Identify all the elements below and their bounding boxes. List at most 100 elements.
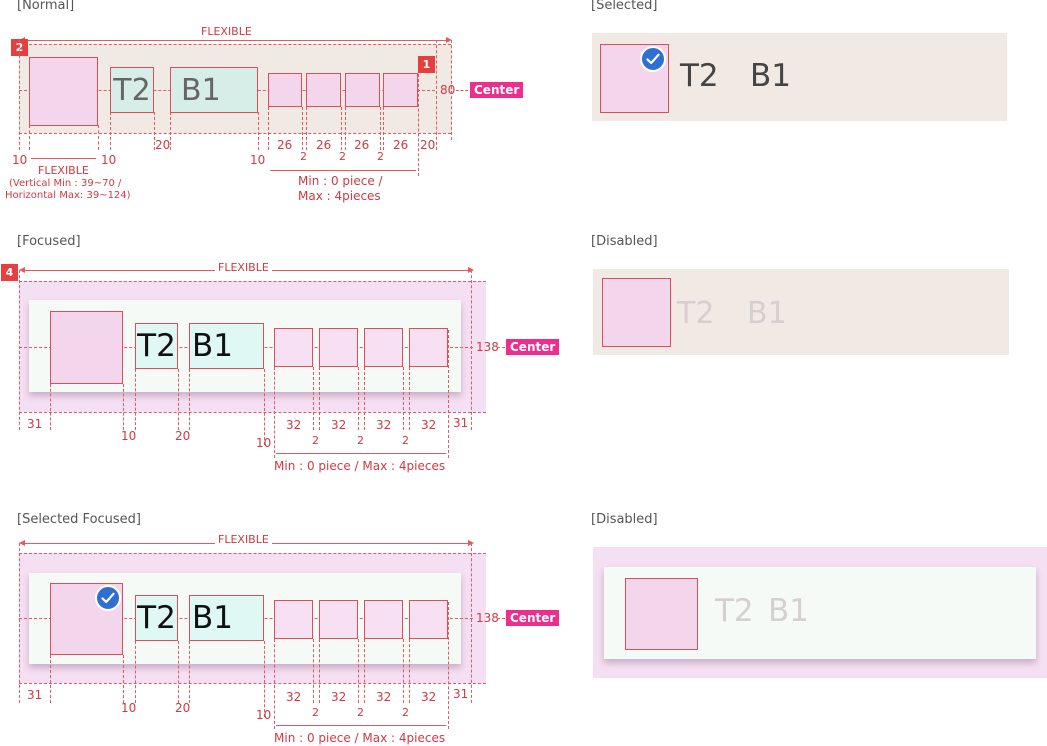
- dim-2: 2: [312, 434, 319, 447]
- pieces-width-line: [276, 453, 446, 454]
- thumbnail: [50, 311, 123, 384]
- guide-v: [358, 367, 359, 430]
- dim-32: 32: [421, 690, 437, 704]
- pieces-width-line: [276, 725, 446, 726]
- center-tag: Center: [506, 339, 560, 355]
- section-title-selected-focused: [Selected Focused]: [17, 512, 142, 527]
- dim-32: 32: [286, 690, 302, 704]
- dim-2: 2: [377, 150, 384, 163]
- guide-v: [409, 639, 410, 703]
- center-tag: Center: [506, 610, 560, 626]
- guide-v: [135, 641, 136, 703]
- piece-1: [268, 73, 302, 107]
- dim-20: 20: [420, 138, 436, 152]
- guide-v: [50, 384, 51, 430]
- section-title-disabled: [Disabled]: [591, 234, 658, 249]
- thumbnail: [29, 57, 98, 126]
- guide-v: [135, 369, 136, 430]
- pieces-min: Min : 0 piece /: [298, 174, 383, 188]
- guide-v: [50, 655, 51, 703]
- guide-v: [313, 367, 314, 430]
- guide-v: [264, 369, 265, 445]
- bottom-guide: [19, 683, 486, 684]
- text-b1: B1: [768, 593, 809, 629]
- dim-20: 20: [155, 138, 171, 152]
- top-guide: [19, 553, 486, 554]
- guide-v: [364, 367, 365, 430]
- dim-2: 2: [357, 434, 364, 447]
- disabled-focused-list-item: T2 B1: [593, 547, 1047, 678]
- top-guide: [19, 44, 451, 45]
- piece-4: [409, 600, 448, 639]
- dim-26: 26: [277, 138, 293, 152]
- selected-list-item[interactable]: T2 B1: [592, 33, 1007, 121]
- piece-1: [274, 328, 313, 367]
- guide-v: [178, 369, 179, 430]
- guide-v: [436, 40, 437, 150]
- center-tag-leader: [497, 618, 505, 619]
- text-t2: T2: [680, 58, 719, 94]
- dim-26: 26: [354, 138, 370, 152]
- dim-26: 26: [393, 138, 409, 152]
- piece-2: [306, 73, 341, 107]
- text-t2: T2: [135, 323, 178, 369]
- guide-v: [123, 655, 124, 703]
- guide-v: [364, 639, 365, 703]
- guide-v: [264, 641, 265, 717]
- dim-2: 2: [339, 150, 346, 163]
- guide-v: [123, 384, 124, 430]
- text-t2: T2: [135, 595, 178, 641]
- guide-v: [178, 641, 179, 703]
- guide-v: [274, 639, 275, 729]
- dim-10: 10: [121, 701, 137, 715]
- dim-2: 2: [402, 434, 409, 447]
- piece-3: [345, 73, 380, 107]
- dim-31: 31: [27, 688, 43, 702]
- dim-31: 31: [453, 416, 469, 430]
- piece-2: [319, 328, 358, 367]
- thumb-flexible-label: FLEXIBLE: [38, 164, 89, 177]
- guide-v: [358, 639, 359, 703]
- text-b1: B1: [170, 67, 258, 113]
- center-tag-leader: [497, 347, 505, 348]
- check-circle-icon: [640, 46, 666, 72]
- guide-v: [98, 125, 99, 150]
- flexible-label: FLEXIBLE: [215, 261, 272, 274]
- guide-v: [19, 543, 20, 703]
- text-b1: B1: [189, 323, 264, 369]
- section-title-disabled: [Disabled]: [591, 512, 658, 527]
- guide-v: [268, 107, 269, 150]
- guide-v: [448, 602, 449, 729]
- guide-v: [451, 40, 452, 140]
- guide-v: [418, 74, 419, 176]
- dim-32: 32: [331, 690, 347, 704]
- flexible-label: FLEXIBLE: [215, 533, 272, 546]
- guide-v: [409, 367, 410, 430]
- dim-10: 10: [250, 153, 266, 167]
- guide-v: [19, 40, 20, 150]
- guide-v: [110, 112, 111, 150]
- section-title-focused: [Focused]: [17, 234, 81, 249]
- dim-2: 2: [300, 150, 307, 163]
- guide-v: [29, 125, 30, 150]
- guide-v: [341, 107, 342, 150]
- pieces-width-line: [270, 170, 416, 171]
- guide-v: [403, 367, 404, 430]
- dim-31: 31: [453, 687, 469, 701]
- guide-v: [403, 639, 404, 703]
- thumb-range-2: Horizontal Max: 39~124): [5, 190, 131, 201]
- guide-v: [302, 107, 303, 150]
- dim-31: 31: [27, 417, 43, 431]
- bottom-guide: [19, 412, 486, 413]
- height-label: 138: [476, 611, 499, 625]
- guide-v: [471, 543, 472, 703]
- dim-32: 32: [376, 690, 392, 704]
- flexible-label: FLEXIBLE: [198, 25, 255, 38]
- guide-v: [383, 107, 384, 150]
- guide-v: [19, 270, 20, 430]
- dim-32: 32: [421, 418, 437, 432]
- dim-10: 10: [121, 429, 137, 443]
- dim-10: 10: [256, 708, 272, 722]
- flexible-dimension-line: [21, 40, 449, 41]
- piece-1: [274, 600, 313, 639]
